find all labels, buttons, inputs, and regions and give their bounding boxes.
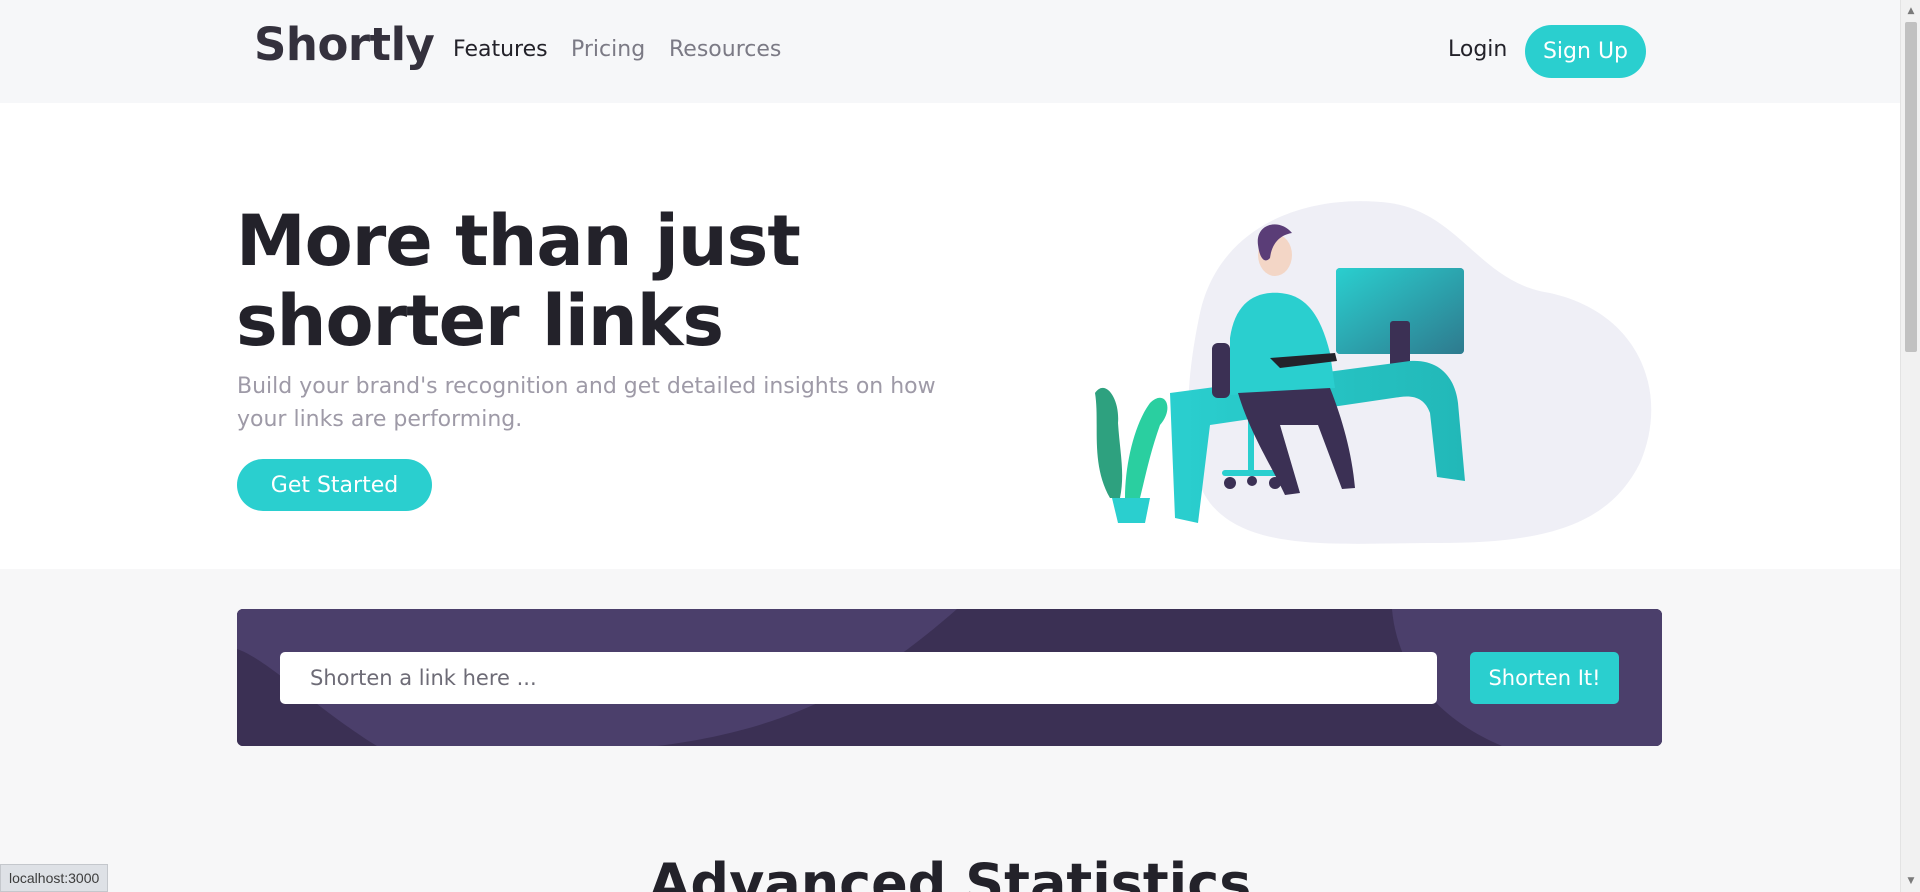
person-working-illustration-icon <box>1095 201 1652 544</box>
illustration-plant <box>1095 387 1123 498</box>
hero-section: More than just shorter links Build your … <box>0 103 1900 569</box>
advanced-statistics-heading: Advanced Statistics <box>648 852 1252 892</box>
browser-status-url: localhost:3000 <box>0 864 109 892</box>
shorten-it-button[interactable]: Shorten It! <box>1470 652 1619 704</box>
logo[interactable]: Shortly <box>254 18 435 71</box>
login-link[interactable]: Login <box>1448 37 1507 62</box>
hero-subtitle: Build your brand's recognition and get d… <box>237 374 936 432</box>
nav-link-resources[interactable]: Resources <box>669 37 781 62</box>
hero-title-line-1: More than just <box>236 200 801 282</box>
page-scrollbar[interactable]: ▲ ▼ <box>1900 0 1920 892</box>
top-navigation: Shortly Features Pricing Resources Login… <box>0 0 1900 103</box>
scroll-up-arrow-icon[interactable]: ▲ <box>1901 2 1920 20</box>
scrollbar-thumb[interactable] <box>1905 22 1917 352</box>
nav-link-pricing[interactable]: Pricing <box>571 37 645 62</box>
hero-title: More than just shorter links <box>236 201 876 361</box>
nav-link-features[interactable]: Features <box>453 37 548 62</box>
hero-title-line-2: shorter links <box>236 280 724 362</box>
sign-up-button[interactable]: Sign Up <box>1525 25 1646 78</box>
get-started-button[interactable]: Get Started <box>237 459 432 511</box>
link-input[interactable] <box>280 652 1437 704</box>
scroll-down-arrow-icon[interactable]: ▼ <box>1901 872 1920 890</box>
shorten-form: Shorten It! <box>237 609 1662 746</box>
